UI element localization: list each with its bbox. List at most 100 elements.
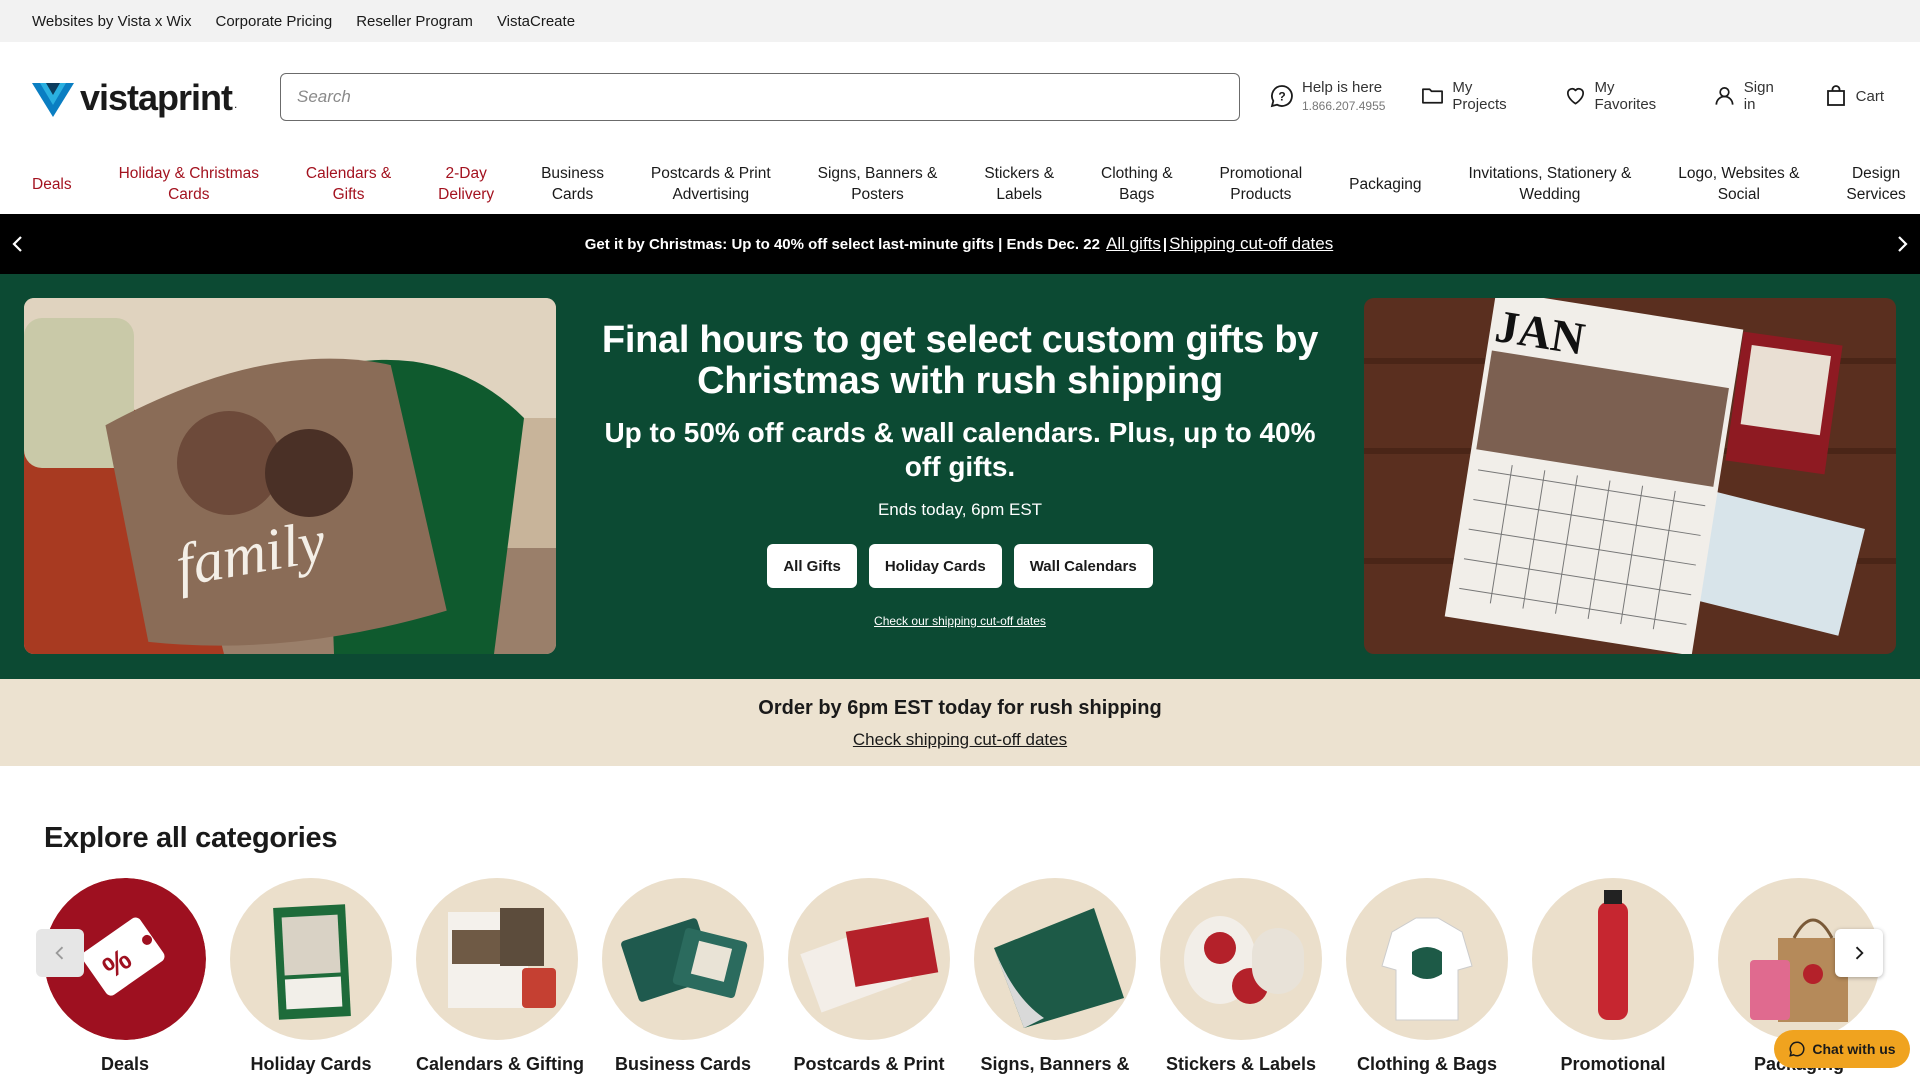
promo-link-shipping-cutoff[interactable]: Shipping cut-off dates (1169, 234, 1333, 254)
category-label: Stickers & Labels (1165, 1054, 1317, 1074)
category-card-1[interactable]: Holiday Cards (230, 878, 392, 1075)
my-projects-label: My Projects (1452, 79, 1507, 113)
nav-item-9[interactable]: Promotional Products (1215, 163, 1306, 205)
vistaprint-logo[interactable]: vistaprint . (32, 77, 244, 119)
category-image (602, 878, 764, 1040)
promo-link-all-gifts[interactable]: All gifts (1106, 234, 1161, 254)
category-label: Clothing & Bags (1357, 1054, 1497, 1074)
hero-ends-text: Ends today, 6pm EST (877, 500, 1043, 519)
search-input[interactable] (280, 73, 1240, 121)
topbar-link-websites[interactable]: Websites by Vista x Wix (32, 13, 192, 30)
chat-with-us-button[interactable]: Chat with us (1774, 1030, 1910, 1068)
category-image (974, 878, 1136, 1040)
category-image (230, 878, 392, 1040)
category-label: Postcards & Print (793, 1054, 945, 1074)
logo-wordmark: vistaprint (80, 77, 233, 118)
user-icon (1715, 87, 1734, 105)
promo-text: Get it by Christmas: Up to 40% off selec… (584, 235, 1100, 253)
heart-icon (1566, 88, 1584, 105)
nav-item-1[interactable]: Holiday & Christmas Cards (115, 163, 263, 205)
category-label: Business Cards (614, 1054, 752, 1074)
logo-registered: . (234, 97, 238, 111)
sign-in-label: Sign in (1743, 79, 1774, 113)
help-chat-icon: ? (1270, 85, 1293, 108)
hero-content: Final hours to get select custom gifts b… (600, 319, 1320, 629)
rush-shipping-notice: Order by 6pm EST today for rush shipping… (0, 679, 1920, 766)
top-utility-bar: Websites by Vista x Wix Corporate Pricin… (0, 0, 1920, 42)
nav-item-12[interactable]: Logo, Websites & Social (1674, 163, 1803, 205)
hero-banner: family Final hours to get select custom … (0, 274, 1920, 679)
category-card-2[interactable]: Calendars & Gifting (416, 878, 585, 1075)
main-navigation: Deals Holiday & Christmas Cards Calendars … (0, 154, 1920, 214)
notice-shipping-link[interactable]: Check shipping cut-off dates (0, 730, 1920, 750)
nav-item-0[interactable]: Deals (28, 174, 76, 195)
promo-banner: Get it by Christmas: Up to 40% off selec… (0, 214, 1920, 274)
category-label: Signs, Banners & (980, 1054, 1130, 1074)
category-label: Deals (100, 1054, 150, 1074)
folder-icon (1422, 88, 1444, 104)
nav-item-7[interactable]: Stickers & Labels (980, 163, 1058, 205)
category-label: Promotional (1560, 1054, 1666, 1074)
nav-item-8[interactable]: Clothing & Bags (1097, 163, 1177, 205)
hero-image-calendar[interactable]: JAN (1364, 298, 1896, 654)
hero-subtitle: Up to 50% off cards & wall calendars. Pl… (604, 417, 1316, 482)
category-card-5[interactable]: Signs, Banners & (974, 878, 1136, 1075)
category-card-7[interactable]: Clothing & Bags (1346, 878, 1508, 1075)
topbar-link-reseller-program[interactable]: Reseller Program (356, 13, 473, 30)
category-image (416, 878, 578, 1040)
all-gifts-button[interactable]: All Gifts (767, 544, 857, 588)
category-image (1160, 878, 1322, 1040)
my-projects-button[interactable]: My Projects (1421, 79, 1527, 113)
category-label: Holiday Cards (250, 1054, 372, 1074)
svg-text:?: ? (1278, 90, 1285, 104)
header-actions: ? Help is here 1.866.207.4955 My Project… (1270, 70, 1920, 122)
chevron-left-icon (55, 946, 64, 960)
category-card-6[interactable]: Stickers & Labels (1160, 878, 1322, 1075)
topbar-link-vistacreate[interactable]: VistaCreate (497, 13, 575, 30)
sign-in-button[interactable]: Sign in (1713, 79, 1788, 113)
chevron-right-icon (1855, 946, 1864, 960)
notice-headline: Order by 6pm EST today for rush shipping (758, 697, 1162, 719)
holiday-cards-button[interactable]: Holiday Cards (868, 544, 1002, 588)
hero-buttons: All Gifts Holiday Cards Wall Calendars (600, 544, 1320, 588)
carousel-prev-button[interactable] (36, 929, 84, 977)
site-header: vistaprint . ? Help is here 1.866.207.49… (0, 42, 1920, 154)
nav-item-13[interactable]: Design Services (1842, 163, 1909, 205)
nav-item-3[interactable]: 2-Day Delivery (434, 163, 498, 205)
nav-item-10[interactable]: Packaging (1345, 174, 1425, 195)
chat-label: Chat with us (1812, 1041, 1896, 1057)
help-title: Help is here (1302, 79, 1383, 96)
help-button[interactable]: ? Help is here 1.866.207.4955 (1270, 79, 1385, 113)
promo-separator: | (1162, 235, 1168, 253)
category-card-3[interactable]: Business Cards (602, 878, 764, 1075)
category-image (1532, 878, 1694, 1040)
nav-item-11[interactable]: Invitations, Stationery & Wedding (1464, 163, 1635, 205)
nav-item-4[interactable]: Business Cards (537, 163, 608, 205)
chevron-right-icon[interactable] (1890, 232, 1914, 256)
help-phone[interactable]: 1.866.207.4955 (1302, 99, 1385, 113)
my-favorites-button[interactable]: My Favorites (1564, 79, 1677, 113)
chevron-left-icon[interactable] (6, 232, 30, 256)
category-card-4[interactable]: Postcards & Print (788, 878, 950, 1075)
wall-calendars-button[interactable]: Wall Calendars (1013, 544, 1153, 588)
category-image (1346, 878, 1508, 1040)
hero-image-pillow[interactable]: family (24, 298, 556, 654)
nav-item-2[interactable]: Calendars & Gifts (302, 163, 395, 205)
nav-item-5[interactable]: Postcards & Print Advertising (647, 163, 775, 205)
category-image (788, 878, 950, 1040)
hero-title: Final hours to get select custom gifts b… (601, 319, 1319, 402)
carousel-next-button[interactable] (1835, 929, 1883, 977)
chat-bubble-icon (1789, 1041, 1805, 1057)
shopping-bag-icon (1826, 85, 1845, 106)
topbar-link-corporate-pricing[interactable]: Corporate Pricing (216, 13, 333, 30)
cart-label: Cart (1855, 87, 1884, 105)
shipping-cutoff-link[interactable]: Check our shipping cut-off dates (600, 614, 1320, 628)
nav-item-6[interactable]: Signs, Banners & Posters (814, 163, 942, 205)
cart-button[interactable]: Cart (1824, 84, 1884, 108)
my-favorites-label: My Favorites (1594, 79, 1657, 113)
category-carousel: % Deals Holiday Cards Calendars & Gifting Bu… (0, 878, 1920, 1080)
category-label: Calendars & Gifting (416, 1054, 585, 1074)
explore-title: Explore all categories (44, 822, 338, 854)
category-card-8[interactable]: Promotional (1532, 878, 1694, 1075)
logo-mark-icon (32, 83, 74, 117)
